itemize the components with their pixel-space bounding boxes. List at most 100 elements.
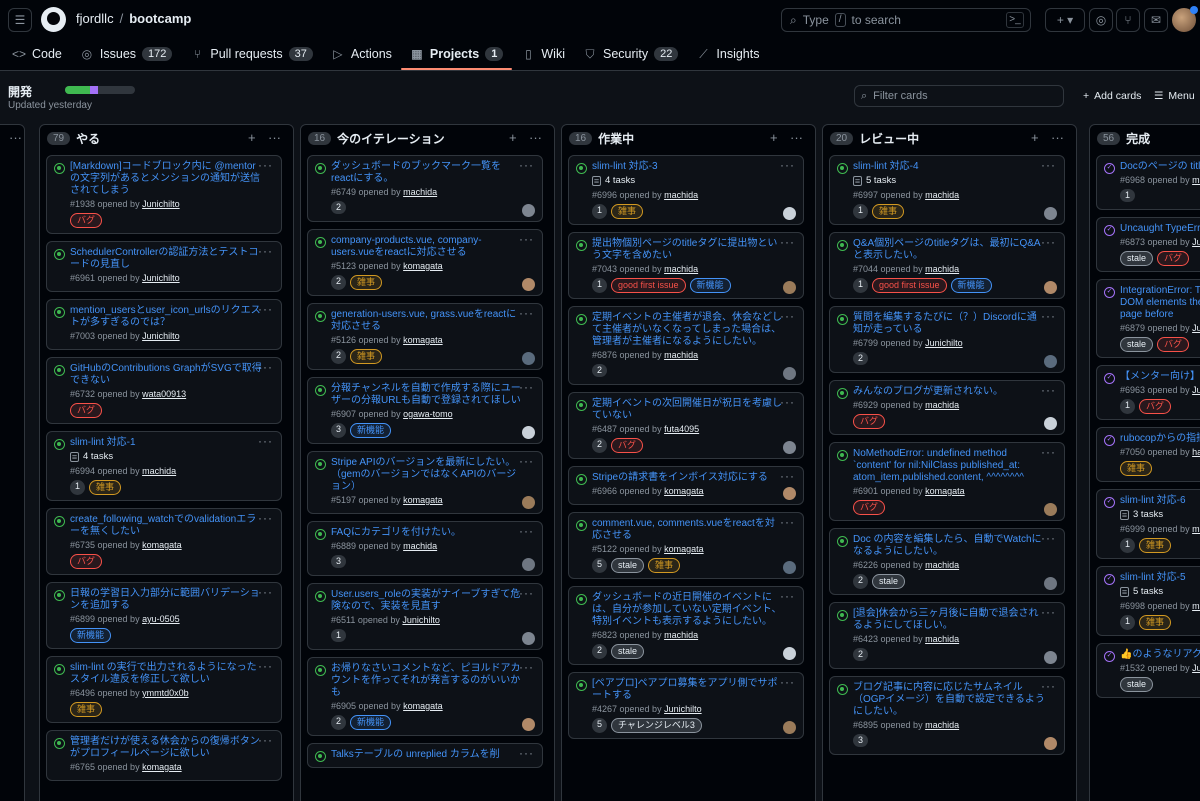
issue-card[interactable]: ダッシュボードの近日開催のイベントには、自分が参加していない定期イベント、特別イ… bbox=[568, 586, 804, 665]
card-title[interactable]: User.users_roleの実装がナイーブすぎて危険なので、実装を見直す bbox=[331, 589, 523, 613]
issue-card[interactable]: ✓slim-lint 対応-6···≡3 tasks#6999 opened b… bbox=[1096, 489, 1200, 559]
assignee-avatar[interactable] bbox=[522, 718, 535, 731]
card-title[interactable]: slim-lint 対応-6 bbox=[1120, 495, 1200, 507]
card-more-icon[interactable]: ··· bbox=[519, 232, 534, 246]
issue-card[interactable]: お帰りなさいコメントなど、ピヨルドアカウントを作ってそれが発言するのがいいかも ·… bbox=[307, 657, 543, 736]
label-badge[interactable]: 雑事 bbox=[70, 702, 103, 717]
assignee-avatar[interactable] bbox=[783, 647, 796, 660]
card-more-icon[interactable]: ··· bbox=[780, 515, 795, 529]
search-input[interactable]: ⌕ Type / to search >_ bbox=[781, 8, 1031, 32]
add-card-icon[interactable]: + bbox=[770, 130, 778, 145]
card-more-icon[interactable]: ··· bbox=[258, 585, 273, 599]
card-more-icon[interactable]: ··· bbox=[1041, 679, 1056, 693]
add-card-icon[interactable]: + bbox=[248, 130, 256, 145]
card-more-icon[interactable]: ··· bbox=[519, 524, 534, 538]
label-badge[interactable]: 雑事 bbox=[1120, 461, 1153, 476]
issues-icon[interactable]: ◎ bbox=[1089, 8, 1113, 32]
card-more-icon[interactable]: ··· bbox=[1041, 309, 1056, 323]
card-title[interactable]: 定期イベントの次回開催日が祝日を考慮していない bbox=[592, 398, 784, 422]
card-title[interactable]: 日報の学習日入力部分に範囲バリデーションを追加する bbox=[70, 588, 262, 612]
author-link[interactable]: machida bbox=[403, 541, 437, 551]
label-badge[interactable]: 新機能 bbox=[70, 628, 112, 643]
author-link[interactable]: komagata bbox=[403, 495, 443, 505]
repo-link[interactable]: bootcamp bbox=[129, 11, 191, 26]
author-link[interactable]: Jun bbox=[1192, 323, 1200, 333]
issue-card[interactable]: 提出物個別ページのtitleタグに提出物という文字を含めたい ··· #7043 o… bbox=[568, 232, 804, 299]
assignee-avatar[interactable] bbox=[1044, 737, 1057, 750]
author-link[interactable]: Junichilto bbox=[142, 273, 180, 283]
label-badge[interactable]: バグ bbox=[1157, 337, 1190, 352]
issue-card[interactable]: ✓rubocopからの指摘···#7050 opened by har雑事 bbox=[1096, 427, 1200, 482]
user-avatar[interactable] bbox=[1172, 6, 1198, 32]
card-more-icon[interactable]: ··· bbox=[258, 360, 273, 374]
author-link[interactable]: machida bbox=[664, 264, 698, 274]
issue-card[interactable]: [ペアプロ]ペアプロ募集をアプリ側でサポートする ··· #4267 opened … bbox=[568, 672, 804, 739]
issue-card[interactable]: Q&A個別ページのtitleタグは、最初にQ&Aと表示したい。 ··· #7044 … bbox=[829, 232, 1065, 299]
tab-insights[interactable]: ⟋ Insights bbox=[687, 38, 768, 70]
card-title[interactable]: 提出物個別ページのtitleタグに提出物という文字を含めたい bbox=[592, 238, 784, 262]
issue-card[interactable]: [Markdown]コードブロック内に @mentor の文字列があるとメンショ… bbox=[46, 155, 282, 234]
label-badge[interactable]: 新機能 bbox=[689, 278, 731, 293]
author-link[interactable]: Junichilto bbox=[664, 704, 702, 714]
card-more-icon[interactable]: ··· bbox=[1041, 445, 1056, 459]
card-more-icon[interactable]: ··· bbox=[258, 511, 273, 525]
issue-card[interactable]: 日報の学習日入力部分に範囲バリデーションを追加する ··· #6899 opened… bbox=[46, 582, 282, 649]
issue-card[interactable]: mention_usersとuser_icon_urlsのリクエストが多すぎるの… bbox=[46, 299, 282, 350]
issue-card[interactable]: Stripe APIのバージョンを最新にしたい。（gemのバージョンではなくAP… bbox=[307, 451, 543, 514]
label-badge[interactable]: 雑事 bbox=[89, 480, 122, 495]
card-more-icon[interactable]: ··· bbox=[519, 380, 534, 394]
assignee-avatar[interactable] bbox=[522, 426, 535, 439]
card-title[interactable]: [退会]休会から三ヶ月後に自動で退会されるようにしてほしい。 bbox=[853, 608, 1045, 632]
author-link[interactable]: komagata bbox=[925, 486, 965, 496]
author-link[interactable]: komagata bbox=[403, 335, 443, 345]
author-link[interactable]: machida bbox=[925, 400, 959, 410]
author-link[interactable]: ayu-0505 bbox=[142, 614, 180, 624]
author-link[interactable]: komagata bbox=[403, 701, 443, 711]
label-badge[interactable]: バグ bbox=[853, 500, 886, 515]
card-more-icon[interactable]: ··· bbox=[780, 675, 795, 689]
card-title[interactable]: ダッシュボードのブックマーク一覧をreactにする。 bbox=[331, 161, 523, 185]
card-title[interactable]: 分報チャンネルを自動で作成する際にユーザーの分報URLも自動で登録されてほしい bbox=[331, 383, 523, 407]
issue-card[interactable]: ✓Docのページの title と表示したい。···#6968 opened b… bbox=[1096, 155, 1200, 210]
column-more-icon[interactable]: ··· bbox=[529, 130, 542, 145]
assignee-avatar[interactable] bbox=[783, 487, 796, 500]
card-title[interactable]: Doc の内容を編集したら、自動でWatchになるようにしたい。 bbox=[853, 534, 1045, 558]
label-badge[interactable]: stale bbox=[611, 644, 645, 659]
issue-card[interactable]: Talksテーブルの unreplied カラムを削 ··· bbox=[307, 743, 543, 768]
label-badge[interactable]: バグ bbox=[70, 403, 103, 418]
assignee-avatar[interactable] bbox=[783, 441, 796, 454]
label-badge[interactable]: 新機能 bbox=[950, 278, 992, 293]
label-badge[interactable]: good first issue bbox=[611, 278, 686, 293]
card-title[interactable]: Uncaught TypeError properties of null ( bbox=[1120, 223, 1200, 235]
card-title[interactable]: slim-lint 対応-1 bbox=[70, 437, 262, 449]
card-more-icon[interactable]: ··· bbox=[780, 235, 795, 249]
author-link[interactable]: machida bbox=[925, 634, 959, 644]
label-badge[interactable]: バグ bbox=[70, 213, 103, 228]
filter-cards-input[interactable]: ⌕ Filter cards bbox=[854, 85, 1064, 107]
author-link[interactable]: machida bbox=[664, 350, 698, 360]
issue-card[interactable]: [退会]休会から三ヶ月後に自動で退会されるようにしてほしい。 ··· #6423 o… bbox=[829, 602, 1065, 669]
issue-card[interactable]: slim-lint 対応-3 ··· ≡ 4 tasks #6996 opened by… bbox=[568, 155, 804, 225]
author-link[interactable]: machida bbox=[925, 560, 959, 570]
issue-card[interactable]: ✓👍のようなリアクションする···#1532 opened by Junstal… bbox=[1096, 643, 1200, 698]
more-icon[interactable]: ··· bbox=[9, 130, 22, 145]
card-title[interactable]: 👍のようなリアクションする bbox=[1120, 649, 1200, 661]
card-title[interactable]: FAQにカテゴリを付けたい。 bbox=[331, 527, 523, 539]
assignee-avatar[interactable] bbox=[1044, 417, 1057, 430]
author-link[interactable]: ma bbox=[1192, 524, 1200, 534]
label-badge[interactable]: バグ bbox=[853, 414, 886, 429]
label-badge[interactable]: 新機能 bbox=[350, 423, 392, 438]
card-title[interactable]: create_following_watchでのvalidationエラーを無く… bbox=[70, 514, 262, 538]
assignee-avatar[interactable] bbox=[1044, 503, 1057, 516]
card-more-icon[interactable]: ··· bbox=[258, 244, 273, 258]
card-title[interactable]: Stripeの請求書をインボイス対応にする bbox=[592, 472, 784, 484]
card-more-icon[interactable]: ··· bbox=[258, 302, 273, 316]
tab-actions[interactable]: ▷ Actions bbox=[322, 38, 401, 70]
author-link[interactable]: machida bbox=[925, 190, 959, 200]
card-more-icon[interactable]: ··· bbox=[780, 395, 795, 409]
assignee-avatar[interactable] bbox=[522, 278, 535, 291]
card-more-icon[interactable]: ··· bbox=[519, 306, 534, 320]
card-title[interactable]: Docのページの title と表示したい。 bbox=[1120, 161, 1200, 173]
author-link[interactable]: Junichilto bbox=[142, 331, 180, 341]
card-more-icon[interactable]: ··· bbox=[519, 660, 534, 674]
